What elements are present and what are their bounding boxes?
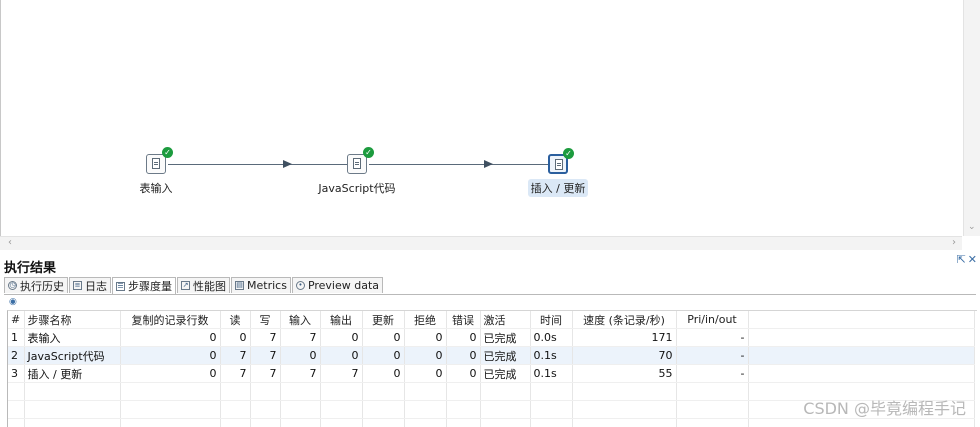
hop-1-2-arrow-icon [283,160,292,168]
tab-label: 步骤度量 [128,280,172,293]
empty-row [8,418,975,427]
maximize-icon[interactable]: ⇱ [957,253,966,266]
column-header[interactable]: 错误 [446,311,481,329]
tab-label: Preview data [307,279,380,292]
status-cell: 已完成 [480,346,531,365]
results-panel-title: 执行结果 [4,261,57,276]
results-tabs: ◷ 执行历史 ≡ 日志 ☰ 步骤度量 ↗ 性能图 ▤ Metrics • Preview d… [4,277,384,294]
table-row[interactable]: 3 插入 / 更新 0 7 7 7 7 0 0 0 已完成 0.1s 55 - [8,364,975,383]
insert-update-icon: ✓ [548,148,574,174]
column-header[interactable]: 读 [220,311,251,329]
row-number: 1 [8,328,25,347]
column-header[interactable]: 输出 [320,311,363,329]
step-metrics-icon: ☰ [116,281,125,291]
scroll-right-icon[interactable]: › [952,237,956,248]
column-header[interactable]: 拒绝 [404,311,447,329]
tab-label: 性能图 [193,279,226,293]
table-header-row: # 步骤名称 复制的记录行数 读 写 输入 输出 更新 拒绝 错误 激活 时间 … [8,311,975,329]
table-row[interactable]: 1 表输入 0 0 7 7 0 0 0 0 已完成 0.0s 171 - [8,328,975,347]
step-label: JavaScript代码 [318,182,396,195]
column-header[interactable]: Pri/in/out [676,311,749,329]
scroll-down-icon[interactable]: ⌄ [968,222,976,232]
step-table-input[interactable]: ✓ 表输入 [96,147,216,197]
column-header[interactable]: 复制的记录行数 [120,311,221,329]
tab-divider [4,294,976,295]
close-icon[interactable]: ✕ [968,253,977,266]
transformation-canvas[interactable]: ✓ 表输入 ✓ JavaScript代码 ✓ 插入 / 更新 ⌄ [0,0,980,236]
panel-window-controls: ⇱ ✕ [955,253,977,266]
step-name-cell: 插入 / 更新 [24,364,121,383]
tab-preview-data[interactable]: • Preview data [291,277,384,293]
success-check-icon: ✓ [563,148,574,159]
canvas-vertical-scrollbar[interactable]: ⌄ [963,0,980,236]
step-name-cell: JavaScript代码 [24,346,121,365]
performance-chart-icon: ↗ [181,281,190,290]
step-insert-update[interactable]: ✓ 插入 / 更新 [498,148,618,197]
status-cell: 已完成 [480,364,531,383]
tab-label: 执行历史 [20,279,64,293]
history-icon: ◷ [8,281,17,290]
column-header[interactable]: 输入 [280,311,321,329]
tab-execution-history[interactable]: ◷ 执行历史 [4,277,68,293]
tab-step-metrics[interactable]: ☰ 步骤度量 [112,277,176,294]
preview-eye-icon: • [295,281,305,290]
status-cell: 已完成 [480,328,531,347]
step-javascript[interactable]: ✓ JavaScript代码 [297,147,417,197]
column-header[interactable]: 步骤名称 [24,311,121,329]
canvas-horizontal-scrollbar[interactable]: ‹ › [0,236,962,250]
preview-eye-icon[interactable]: ◉ [9,297,17,307]
watermark: CSDN @毕竟编程手记 [803,399,966,418]
success-check-icon: ✓ [162,147,173,158]
tab-label: Metrics [247,279,287,292]
column-header[interactable]: 更新 [362,311,405,329]
row-number: 2 [8,346,25,365]
table-input-icon: ✓ [146,147,173,174]
column-header[interactable]: 时间 [530,311,573,329]
column-header[interactable]: 激活 [480,311,531,329]
row-number: 3 [8,364,25,383]
javascript-icon: ✓ [347,147,374,174]
scroll-left-icon[interactable]: ‹ [8,237,12,248]
table-row[interactable]: 2 JavaScript代码 0 7 7 0 0 0 0 0 已完成 0.1s … [8,346,975,365]
success-check-icon: ✓ [363,147,374,158]
tab-label: 日志 [85,279,107,293]
step-name-cell: 表输入 [24,328,121,347]
tab-log[interactable]: ≡ 日志 [69,277,111,293]
step-label: 插入 / 更新 [527,179,589,197]
tab-metrics[interactable]: ▤ Metrics [231,277,291,293]
metrics-icon: ▤ [235,281,244,290]
step-label: 表输入 [139,182,173,195]
column-header[interactable]: 写 [250,311,281,329]
column-header[interactable]: # [8,311,25,329]
column-header[interactable]: 速度 (条记录/秒) [572,311,677,329]
tab-performance-chart[interactable]: ↗ 性能图 [177,277,230,293]
hop-2-3-arrow-icon [484,160,493,168]
log-icon: ≡ [73,281,82,290]
